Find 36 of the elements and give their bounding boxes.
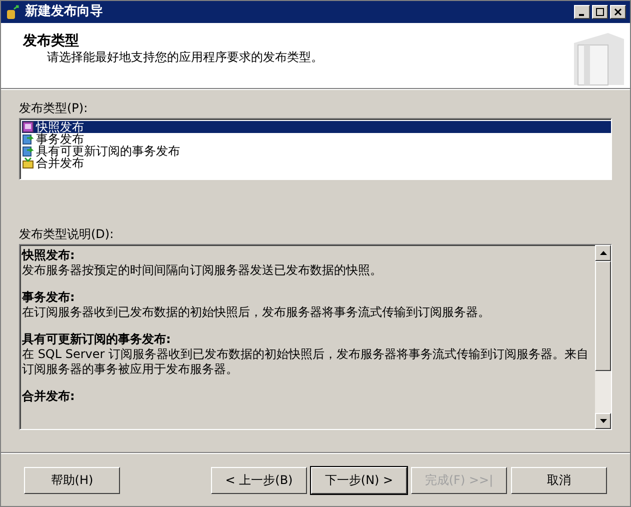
minimize-button[interactable] <box>574 5 590 19</box>
section-heading: 合并发布: <box>22 389 76 404</box>
list-item[interactable]: 事务发布 <box>22 133 611 145</box>
cancel-button[interactable]: 取消 <box>511 466 607 494</box>
scroll-down-button[interactable] <box>595 413 611 429</box>
list-item[interactable]: 具有可更新订阅的事务发布 <box>22 145 611 157</box>
close-icon <box>614 8 622 16</box>
section-heading: 具有可更新订阅的事务发布: <box>22 332 172 347</box>
snapshot-icon <box>22 121 34 133</box>
section-text: 在 SQL Server 订阅服务器收到已发布数据的初始快照后，发布服务器将事务流式传输到订阅服务器。来自订阅服务器的事务被应用于发布服务器。 <box>22 347 590 377</box>
back-button[interactable]: < 上一步(B) <box>211 466 307 494</box>
scrollbar[interactable] <box>595 245 611 429</box>
section-heading: 事务发布: <box>22 290 76 305</box>
section-text: 在订阅服务器收到已发布数据的初始快照后，发布服务器将事务流式传输到订阅服务器。 <box>22 305 491 320</box>
transaction-icon <box>22 133 34 145</box>
description-label: 发布类型说明(D): <box>19 226 115 242</box>
maximize-icon <box>596 8 604 16</box>
down-arrow-icon <box>600 419 606 423</box>
next-button[interactable]: 下一步(N) > <box>311 466 407 494</box>
merge-icon <box>22 157 34 169</box>
page-subtitle: 请选择能最好地支持您的应用程序要求的发布类型。 <box>46 49 323 65</box>
help-button[interactable]: 帮助(H) <box>24 466 120 494</box>
transaction-icon <box>22 145 34 157</box>
page-title: 发布类型 <box>23 33 80 49</box>
app-icon <box>5 4 21 20</box>
window-title: 新建发布向导 <box>25 2 103 22</box>
list-label: 发布类型(P): <box>19 100 89 116</box>
maximize-button[interactable] <box>592 5 608 19</box>
list-item[interactable]: 快照发布 <box>22 121 611 133</box>
scroll-thumb[interactable] <box>595 261 611 371</box>
scroll-up-button[interactable] <box>595 245 611 261</box>
up-arrow-icon <box>600 251 606 255</box>
section-text: 发布服务器按预定的时间间隔向订阅服务器发送已发布数据的快照。 <box>22 263 383 278</box>
list-item[interactable]: 合并发布 <box>22 157 611 169</box>
section-heading: 快照发布: <box>22 248 76 263</box>
close-button[interactable] <box>610 5 626 19</box>
